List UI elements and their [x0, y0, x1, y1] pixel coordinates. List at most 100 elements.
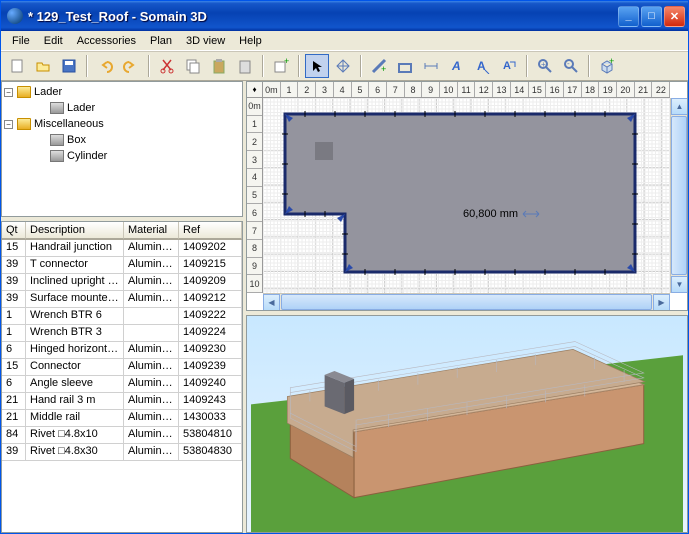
tree-node-lader-child[interactable]: Lader	[4, 100, 240, 116]
roof-outline[interactable]	[275, 104, 645, 282]
ruler-tick: 2	[298, 82, 316, 97]
room-icon[interactable]	[393, 54, 417, 78]
ruler-tick: 0m	[263, 82, 281, 97]
select-icon[interactable]	[305, 54, 329, 78]
titlebar[interactable]: * 129_Test_Roof - Somain 3D _ □ ✕	[1, 1, 688, 31]
menu-3dview[interactable]: 3D view	[179, 33, 232, 49]
cell-ref: 1409224	[179, 325, 242, 341]
tree-label: Lader	[34, 86, 62, 98]
dimension-icon[interactable]	[419, 54, 443, 78]
tree-label: Miscellaneous	[34, 118, 104, 130]
cell-mat: Aluminium	[124, 342, 179, 358]
cell-qt: 15	[2, 240, 26, 256]
svg-text:+: +	[609, 58, 614, 66]
scroll-left-icon[interactable]: ◀	[263, 294, 280, 311]
table-row[interactable]: 39Inclined upright 1...Aluminium1409209	[2, 274, 242, 291]
paste-icon[interactable]	[207, 54, 231, 78]
menu-edit[interactable]: Edit	[37, 33, 70, 49]
table-row[interactable]: 39Rivet □4.8x30Aluminium53804830	[2, 444, 242, 461]
catalog-tree[interactable]: − Lader Lader − Miscellaneous	[1, 81, 243, 217]
zoom-out-icon[interactable]: -	[559, 54, 583, 78]
new-3d-icon[interactable]: +	[595, 54, 619, 78]
scrollbar-vertical[interactable]: ▲ ▼	[670, 98, 687, 293]
ruler-tick: 7	[387, 82, 405, 97]
tree-node-misc[interactable]: − Miscellaneous	[4, 116, 240, 132]
scroll-down-icon[interactable]: ▼	[671, 276, 688, 293]
pan-icon[interactable]	[331, 54, 355, 78]
col-header-ref[interactable]: Ref	[179, 222, 242, 239]
ruler-tick: 4	[334, 82, 352, 97]
scroll-right-icon[interactable]: ▶	[653, 294, 670, 311]
table-row[interactable]: 15ConnectorAluminium1409239	[2, 359, 242, 376]
window-title: * 129_Test_Roof - Somain 3D	[28, 9, 618, 24]
maximize-button[interactable]: □	[641, 6, 662, 27]
ruler-corner: ♦	[247, 82, 263, 98]
delete-icon[interactable]	[233, 54, 257, 78]
tree-node-box[interactable]: Box	[4, 132, 240, 148]
tree-node-lader[interactable]: − Lader	[4, 84, 240, 100]
tree-node-cylinder[interactable]: Cylinder	[4, 148, 240, 164]
cell-qt: 1	[2, 325, 26, 341]
close-button[interactable]: ✕	[664, 6, 685, 27]
table-row[interactable]: 1Wrench BTR 61409222	[2, 308, 242, 325]
table-row[interactable]: 1Wrench BTR 31409224	[2, 325, 242, 342]
cell-ref: 1409230	[179, 342, 242, 358]
svg-text:A: A	[451, 59, 461, 73]
ruler-tick: 1	[247, 116, 262, 134]
table-row[interactable]: 39Surface mounted ...Aluminium1409212	[2, 291, 242, 308]
col-header-desc[interactable]: Description	[26, 222, 124, 239]
box-object	[315, 142, 333, 160]
menu-plan[interactable]: Plan	[143, 33, 179, 49]
save-icon[interactable]	[57, 54, 81, 78]
menu-file[interactable]: File	[5, 33, 37, 49]
open-icon[interactable]	[31, 54, 55, 78]
menu-help[interactable]: Help	[232, 33, 269, 49]
cell-qt: 21	[2, 410, 26, 426]
col-header-mat[interactable]: Material	[124, 222, 179, 239]
cell-ref: 1409243	[179, 393, 242, 409]
cell-ref: 1409215	[179, 257, 242, 273]
new-icon[interactable]	[5, 54, 29, 78]
cell-mat: Aluminium	[124, 274, 179, 290]
add-plan-icon[interactable]: +	[269, 54, 293, 78]
ruler-tick: 16	[546, 82, 564, 97]
ruler-tick: 7	[247, 222, 262, 240]
table-row[interactable]: 6Angle sleeveAluminium1409240	[2, 376, 242, 393]
plan-grid[interactable]: 60,800 mm	[263, 98, 670, 293]
scroll-thumb[interactable]	[671, 116, 687, 275]
scroll-up-icon[interactable]: ▲	[671, 98, 688, 115]
redo-icon[interactable]	[119, 54, 143, 78]
table-row[interactable]: 21Hand rail 3 mAluminium1409243	[2, 393, 242, 410]
table-row[interactable]: 84Rivet □4.8x10Aluminium53804810	[2, 427, 242, 444]
cell-ref: 1409239	[179, 359, 242, 375]
table-row[interactable]: 6Hinged horizontal ...Aluminium1409230	[2, 342, 242, 359]
parts-table: Qt Description Material Ref 15Handrail j…	[1, 221, 243, 533]
table-row[interactable]: 15Handrail junctionAluminium1409202	[2, 240, 242, 257]
minimize-button[interactable]: _	[618, 6, 639, 27]
copy-icon[interactable]	[181, 54, 205, 78]
app-window: * 129_Test_Roof - Somain 3D _ □ ✕ File E…	[0, 0, 689, 534]
collapse-icon[interactable]: −	[4, 120, 13, 129]
cut-icon[interactable]	[155, 54, 179, 78]
table-row[interactable]: 39T connectorAluminium1409215	[2, 257, 242, 274]
scrollbar-horizontal[interactable]: ◀ ▶	[263, 293, 670, 310]
label-icon[interactable]: A	[497, 54, 521, 78]
table-row[interactable]: 21Middle railAluminium1430033	[2, 410, 242, 427]
cell-qt: 6	[2, 342, 26, 358]
scroll-thumb[interactable]	[281, 294, 652, 310]
cell-ref: 53804810	[179, 427, 242, 443]
3d-view[interactable]	[246, 315, 688, 533]
ruler-tick: 22	[652, 82, 670, 97]
wall-icon[interactable]: +	[367, 54, 391, 78]
folder-icon	[17, 86, 31, 98]
cell-qt: 84	[2, 427, 26, 443]
text2-icon[interactable]: A	[471, 54, 495, 78]
menu-accessories[interactable]: Accessories	[70, 33, 143, 49]
cell-mat: Aluminium	[124, 257, 179, 273]
undo-icon[interactable]	[93, 54, 117, 78]
zoom-in-icon[interactable]: +	[533, 54, 557, 78]
collapse-icon[interactable]: −	[4, 88, 13, 97]
plan-view[interactable]: ♦ 0m12345678910111213141516171819202122 …	[246, 81, 688, 311]
text-icon[interactable]: A	[445, 54, 469, 78]
col-header-qt[interactable]: Qt	[2, 222, 26, 239]
